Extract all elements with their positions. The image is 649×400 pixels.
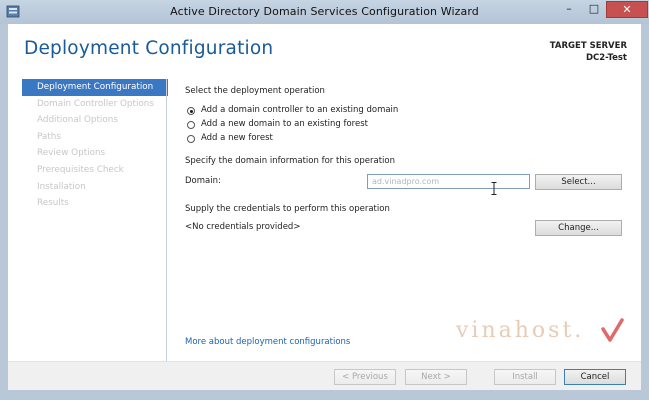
nav-item-domain-controller-options: Domain Controller Options [37, 98, 154, 109]
next-button[interactable]: Next > [405, 369, 467, 385]
more-about-link[interactable]: More about deployment configurations [185, 337, 350, 347]
text-cursor-icon [491, 182, 497, 195]
option-new-domain-label[interactable]: Add a new domain to an existing forest [201, 119, 368, 129]
install-button[interactable]: Install [494, 369, 556, 385]
nav-item-results: Results [37, 198, 69, 209]
radio-new-forest[interactable] [187, 135, 195, 143]
credentials-value: <No credentials provided> [185, 222, 301, 232]
previous-button[interactable]: < Previous [334, 369, 396, 385]
nav-item-review-options: Review Options [37, 148, 106, 159]
radio-existing-domain[interactable] [187, 107, 195, 115]
wizard-window: Active Directory Domain Services Configu… [0, 0, 649, 400]
domain-label: Domain: [185, 176, 221, 186]
radio-new-domain[interactable] [187, 121, 195, 129]
nav-item-deployment-configuration[interactable]: Deployment Configuration [22, 79, 168, 96]
operation-heading: Select the deployment operation [185, 86, 325, 96]
close-button[interactable]: ✕ [606, 1, 648, 18]
nav-item-paths: Paths [37, 131, 61, 142]
checkmark-logo-icon [601, 318, 624, 342]
domain-input[interactable]: ad.vinadpro.com [367, 174, 530, 189]
option-existing-domain-label[interactable]: Add a domain controller to an existing d… [201, 105, 398, 115]
wizard-steps-nav: Deployment Configuration Domain Controll… [22, 79, 168, 212]
nav-item-installation: Installation [37, 181, 86, 192]
nav-item-prerequisites-check: Prerequisites Check [37, 164, 124, 175]
vinahost-watermark: vinahost. [456, 318, 585, 343]
select-button[interactable]: Select... [535, 174, 622, 190]
nav-divider [166, 79, 167, 369]
wizard-footer: < Previous Next > Install Cancel [8, 362, 641, 390]
change-button[interactable]: Change... [535, 220, 622, 236]
nav-item-additional-options: Additional Options [37, 115, 118, 126]
title-bar[interactable]: Active Directory Domain Services Configu… [0, 0, 649, 24]
cancel-button[interactable]: Cancel [564, 369, 626, 385]
maximize-button[interactable]: □ [582, 1, 606, 18]
option-new-forest-label[interactable]: Add a new forest [201, 133, 273, 143]
credentials-heading: Supply the credentials to perform this o… [185, 204, 390, 214]
domain-heading: Specify the domain information for this … [185, 156, 395, 166]
window-title: Active Directory Domain Services Configu… [170, 5, 479, 18]
main-panel: Select the deployment operation Add a do… [185, 24, 635, 364]
minimize-button[interactable]: – [556, 1, 582, 18]
